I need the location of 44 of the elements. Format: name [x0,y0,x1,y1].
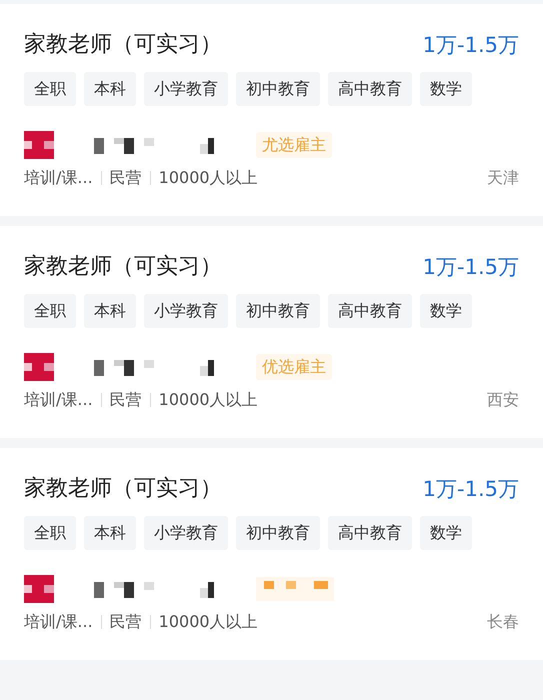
redacted-logo-icon [24,353,54,381]
job-tag: 初中教育 [236,516,320,550]
job-tag: 本科 [84,294,136,328]
job-tag: 全职 [24,294,76,328]
company-info: 民营 [110,611,142,633]
job-title: 家教老师（可实习） [24,31,222,59]
company-info: 培训/课... [24,389,93,411]
company-info: 10000人以上 [158,389,258,411]
company-info: 民营 [110,389,142,411]
job-tag: 高中教育 [328,72,412,106]
job-tag: 全职 [24,72,76,106]
job-tag: 本科 [84,516,136,550]
company-info: 培训/课... [24,611,93,633]
city: 长春 [487,611,519,633]
salary: 1万-1.5万 [422,476,519,503]
city: 天津 [487,167,519,189]
company-info: 培训/课... [24,167,93,189]
job-title: 家教老师（可实习） [24,253,222,281]
job-card[interactable]: 家教老师（可实习） 1万-1.5万 全职 本科 小学教育 初中教育 高中教育 数学 培训/课... 民营 10000人以上 长春 [0,448,543,660]
salary: 1万-1.5万 [422,32,519,59]
job-tag: 本科 [84,72,136,106]
job-tag: 小学教育 [144,72,228,106]
employer-badge: 优选雇主 [256,354,332,380]
employer-badge: 尤选雇主 [256,132,332,158]
job-tag: 初中教育 [236,72,320,106]
salary: 1万-1.5万 [422,254,519,281]
company-info: 10000人以上 [158,167,258,189]
redacted-logo-icon [24,575,54,603]
job-card[interactable]: 家教老师（可实习） 1万-1.5万 全职 本科 小学教育 初中教育 高中教育 数学 尤选雇主 培训/课... 民营 10000人以上 天津 [0,4,543,216]
job-tag: 数学 [420,516,472,550]
job-tag: 数学 [420,294,472,328]
job-card[interactable]: 家教老师（可实习） 1万-1.5万 全职 本科 小学教育 初中教育 高中教育 数学 优选雇主 培训/课... 民营 10000人以上 西安 [0,226,543,438]
job-tag: 小学教育 [144,516,228,550]
job-tag: 高中教育 [328,516,412,550]
job-tag: 全职 [24,516,76,550]
company-info: 10000人以上 [158,611,258,633]
job-tag: 数学 [420,72,472,106]
city: 西安 [487,389,519,411]
job-tag: 高中教育 [328,294,412,328]
company-info: 民营 [110,167,142,189]
job-title: 家教老师（可实习） [24,475,222,503]
job-tag: 初中教育 [236,294,320,328]
job-tag: 小学教育 [144,294,228,328]
redacted-logo-icon [24,131,54,159]
